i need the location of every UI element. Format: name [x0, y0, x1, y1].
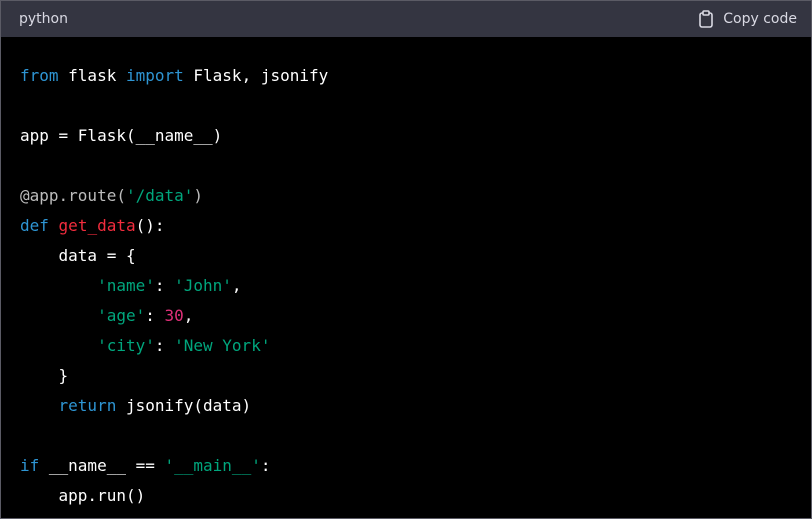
code-token: }: [20, 366, 69, 385]
code-line: def get_data():: [20, 211, 328, 241]
code-token: 'John': [174, 276, 232, 295]
code-content: from flask import Flask, jsonify app = Fl…: [20, 61, 328, 511]
code-block-header: python Copy code: [1, 1, 811, 37]
code-line: if __name__ == '__main__':: [20, 451, 328, 481]
code-token: @app.route(: [20, 186, 126, 205]
code-block: python Copy code from flask import Flask…: [0, 0, 812, 519]
code-token: :: [260, 456, 271, 475]
code-token: ,: [231, 276, 242, 295]
code-token: 'name': [97, 276, 155, 295]
code-token: jsonify(data): [116, 396, 252, 415]
code-token: 'New York': [174, 336, 271, 355]
copy-code-button[interactable]: Copy code: [698, 1, 797, 37]
code-token: flask: [58, 66, 126, 85]
clipboard-icon: [698, 10, 714, 28]
copy-code-label: Copy code: [723, 11, 797, 27]
code-line: 'age': 30,: [20, 301, 328, 331]
code-line: 'name': 'John',: [20, 271, 328, 301]
code-token: 'city': [97, 336, 155, 355]
code-line: }: [20, 361, 328, 391]
code-token: :: [145, 306, 165, 325]
code-token: ,: [183, 306, 194, 325]
code-line: @app.route('/data'): [20, 181, 328, 211]
code-token: ():: [135, 216, 165, 235]
code-token: 30: [164, 306, 184, 325]
code-token: __name__ ==: [39, 456, 165, 475]
code-token: if: [20, 456, 40, 475]
code-line: return jsonify(data): [20, 391, 328, 421]
code-token: import: [125, 66, 184, 85]
code-token: app.run(): [20, 486, 146, 505]
code-token: def: [20, 216, 49, 235]
code-line: from flask import Flask, jsonify: [20, 61, 328, 91]
code-line: 'city': 'New York': [20, 331, 328, 361]
code-token: '__main__': [164, 456, 261, 475]
code-token: data = {: [20, 246, 136, 265]
code-line: data = {: [20, 241, 328, 271]
code-line: app.run(): [20, 481, 328, 511]
code-token: from: [20, 66, 59, 85]
code-token: :: [154, 276, 175, 295]
code-token: :: [154, 336, 175, 355]
language-label: python: [19, 11, 68, 27]
code-token: '/data': [125, 186, 194, 205]
code-token: 'age': [97, 306, 146, 325]
code-token: Flask, jsonify: [183, 66, 329, 85]
code-token: return: [58, 396, 117, 415]
code-line: app = Flask(__name__): [20, 121, 328, 151]
code-token: ): [193, 186, 204, 205]
code-token: get_data: [58, 216, 136, 235]
code-token: app = Flask(__name__): [20, 126, 223, 145]
